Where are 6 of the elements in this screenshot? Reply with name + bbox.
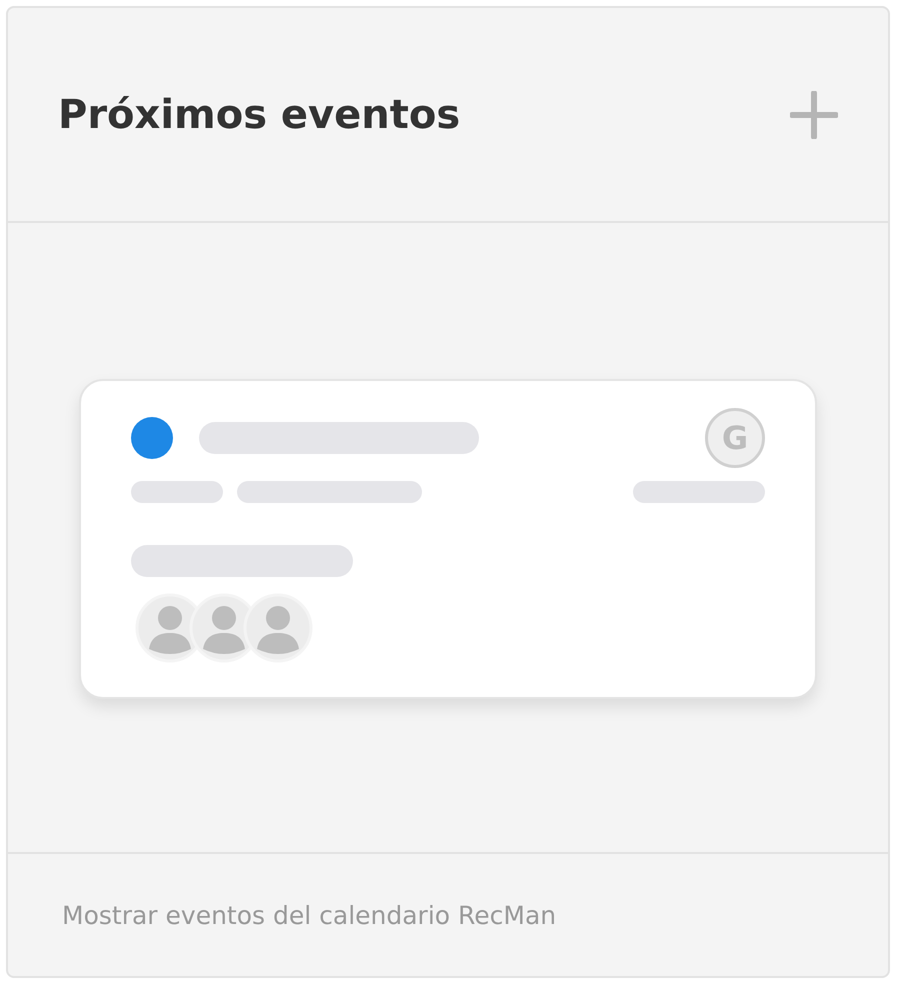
- plus-icon: [790, 90, 838, 138]
- footer-link[interactable]: Mostrar eventos del calendario RecMan: [62, 900, 556, 930]
- status-dot: [131, 416, 173, 458]
- panel-title: Próximos eventos: [58, 92, 460, 138]
- add-button[interactable]: [790, 90, 838, 138]
- avatar-icon: [243, 592, 313, 662]
